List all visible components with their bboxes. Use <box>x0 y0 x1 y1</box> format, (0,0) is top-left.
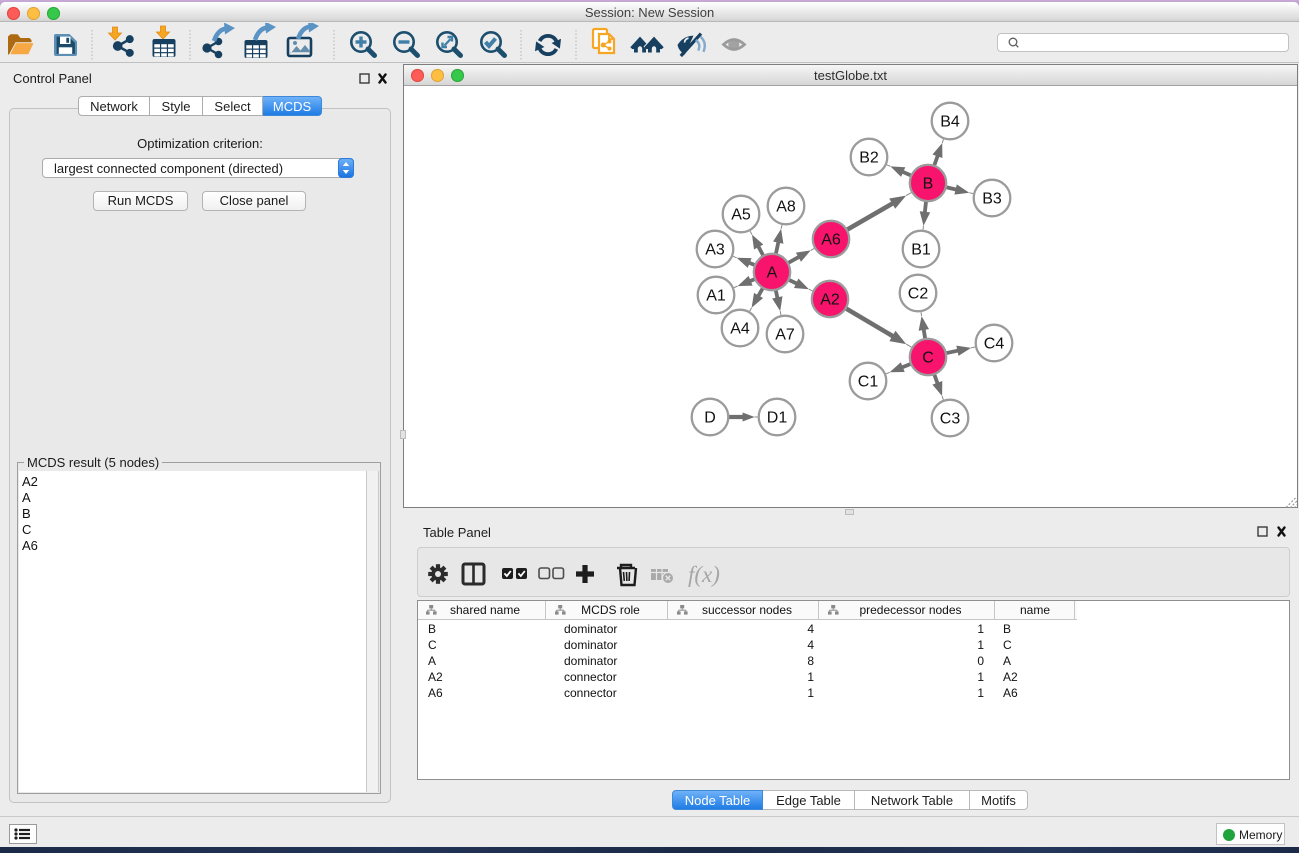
svg-text:A8: A8 <box>776 199 796 216</box>
svg-text:B3: B3 <box>982 191 1002 208</box>
svg-text:A1: A1 <box>706 288 726 305</box>
svg-text:C: C <box>922 350 934 367</box>
svg-text:C4: C4 <box>984 336 1005 353</box>
svg-text:A4: A4 <box>730 321 750 338</box>
svg-text:A5: A5 <box>731 207 751 224</box>
svg-text:A: A <box>767 265 778 282</box>
svg-text:B2: B2 <box>859 150 879 167</box>
svg-text:D1: D1 <box>767 410 788 427</box>
svg-text:B4: B4 <box>940 114 960 131</box>
svg-text:A3: A3 <box>705 242 725 259</box>
svg-text:A2: A2 <box>820 292 840 309</box>
svg-text:B1: B1 <box>911 242 931 259</box>
svg-text:C3: C3 <box>940 411 961 428</box>
svg-text:D: D <box>704 410 716 427</box>
svg-text:C2: C2 <box>908 286 929 303</box>
svg-text:f(x): f(x) <box>688 562 720 587</box>
svg-text:B: B <box>923 176 934 193</box>
svg-text:A6: A6 <box>821 232 841 249</box>
svg-text:C1: C1 <box>858 374 879 391</box>
svg-text:A7: A7 <box>775 327 795 344</box>
